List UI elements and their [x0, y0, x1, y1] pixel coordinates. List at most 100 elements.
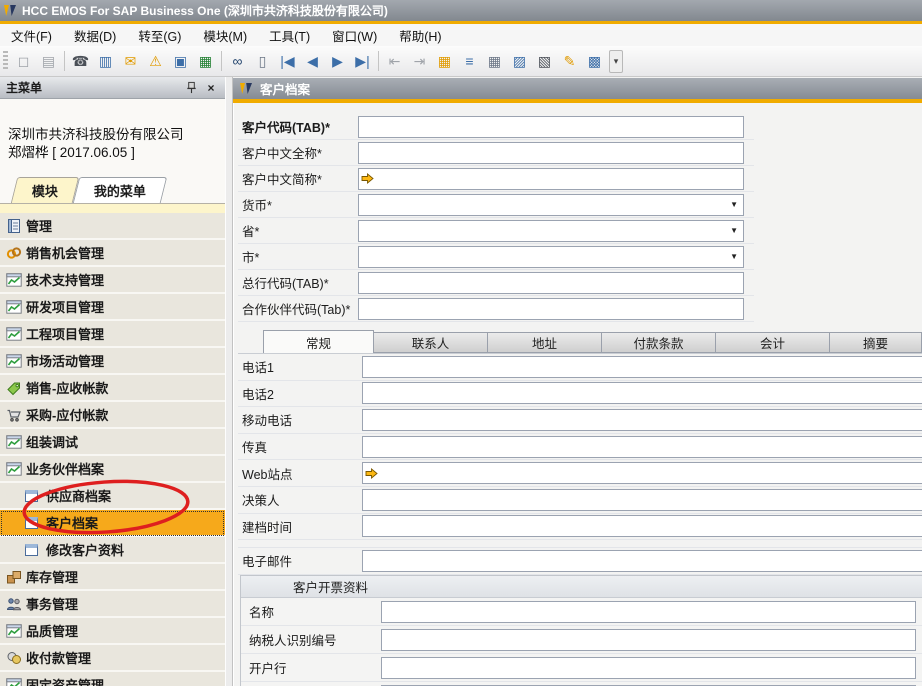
- close-icon[interactable]: ×: [203, 80, 219, 95]
- field-label: 货币*: [238, 195, 358, 214]
- sidebar-item-quality[interactable]: 品质管理: [0, 618, 225, 645]
- field-label: 合作伙伴代码(Tab)*: [238, 299, 358, 318]
- partner-code-input[interactable]: [359, 299, 743, 319]
- ledger-icon: [6, 218, 22, 234]
- next-record-icon[interactable]: ▶: [325, 50, 350, 73]
- sidebar-item-sales-opportunity[interactable]: 销售机会管理: [0, 240, 225, 267]
- tab-contacts[interactable]: 联系人: [374, 332, 488, 353]
- align-text-icon[interactable]: ≡: [457, 50, 482, 73]
- menu-data[interactable]: 数据(D): [63, 24, 127, 47]
- form-settings-icon[interactable]: ▦: [432, 50, 457, 73]
- new-record-icon[interactable]: ▯: [250, 50, 275, 73]
- excel-export-icon[interactable]: ▦: [193, 50, 218, 73]
- sidebar-item-supplier-file[interactable]: 供应商档案: [0, 483, 225, 510]
- sidebar-item-payment[interactable]: 收付款管理: [0, 645, 225, 672]
- city-select[interactable]: [359, 247, 725, 267]
- sidebar-item-sales-ar[interactable]: 销售-应收帐款: [0, 375, 225, 402]
- table-search-icon[interactable]: ▨: [507, 50, 532, 73]
- email-input[interactable]: [363, 551, 922, 571]
- alert-icon[interactable]: ⚠: [143, 50, 168, 73]
- customer-fullname-input[interactable]: [359, 143, 743, 163]
- menu-tools[interactable]: 工具(T): [258, 24, 321, 47]
- table-icon[interactable]: ▦: [482, 50, 507, 73]
- tab-summary[interactable]: 摘要: [830, 332, 922, 353]
- back-icon[interactable]: ⇤: [382, 50, 407, 73]
- menu-window[interactable]: 窗口(W): [321, 24, 388, 47]
- currency-select[interactable]: [359, 195, 725, 215]
- toolbar-grip[interactable]: [3, 51, 8, 71]
- query-icon[interactable]: ▧: [532, 50, 557, 73]
- sidebar-splitter[interactable]: [225, 77, 233, 686]
- sidebar-item-tech-support[interactable]: 技术支持管理: [0, 267, 225, 294]
- decision-maker-input[interactable]: [363, 490, 922, 510]
- chevron-down-icon[interactable]: ▼: [725, 200, 743, 209]
- toolbar-overflow-button[interactable]: ▾: [609, 50, 623, 73]
- find-icon[interactable]: ∞: [225, 50, 250, 73]
- calendar-icon[interactable]: ▩: [582, 50, 607, 73]
- phone2-input[interactable]: [363, 383, 922, 403]
- sidebar-item-purchasing-ap[interactable]: 采购-应付帐款: [0, 402, 225, 429]
- customer-shortname-input[interactable]: [374, 169, 743, 189]
- chart-icon: [6, 623, 22, 639]
- sidebar-item-fixed-assets[interactable]: 固定资产管理: [0, 672, 225, 686]
- tab-accounting[interactable]: 会计: [716, 332, 830, 353]
- company-name: 深圳市共济科技股份有限公司: [8, 126, 225, 144]
- previous-record-icon[interactable]: ◀: [300, 50, 325, 73]
- fax-input[interactable]: [363, 437, 922, 457]
- sidebar-item-business-partner[interactable]: 业务伙伴档案: [0, 456, 225, 483]
- invoice-name-input[interactable]: [382, 602, 915, 622]
- first-record-icon[interactable]: |◀: [275, 50, 300, 73]
- print-preview-icon[interactable]: ◻: [11, 50, 36, 73]
- sidebar-item-rd-project[interactable]: 研发项目管理: [0, 294, 225, 321]
- link-arrow-icon[interactable]: [365, 468, 378, 479]
- headoffice-code-input[interactable]: [359, 273, 743, 293]
- chevron-down-icon[interactable]: ▼: [725, 252, 743, 261]
- clipboard-icon[interactable]: ▣: [168, 50, 193, 73]
- bank-name-input[interactable]: [382, 658, 915, 678]
- document-header: 客户档案: [233, 78, 922, 99]
- sidebar-item-marketing-activity[interactable]: 市场活动管理: [0, 348, 225, 375]
- sidebar-item-inventory[interactable]: 库存管理: [0, 564, 225, 591]
- chevron-down-icon[interactable]: ▼: [725, 226, 743, 235]
- field-label: Web站点: [238, 464, 362, 483]
- window-title: HCC EMOS For SAP Business One (深圳市共济科技股份…: [22, 2, 388, 19]
- boxes-icon: [6, 569, 22, 585]
- print-icon[interactable]: ▤: [36, 50, 61, 73]
- tab-payment-terms[interactable]: 付款条款: [602, 332, 716, 353]
- tab-my-menu[interactable]: 我的菜单: [73, 177, 167, 203]
- menu-goto[interactable]: 转至(G): [127, 24, 192, 47]
- window-icon: [25, 517, 38, 529]
- email-icon[interactable]: ✉: [118, 50, 143, 73]
- print-layout-icon[interactable]: ▥: [93, 50, 118, 73]
- sidebar-item-customer-file[interactable]: 客户档案: [0, 510, 225, 537]
- tab-modules[interactable]: 模块: [11, 177, 79, 203]
- coins-icon: [6, 650, 22, 666]
- sidebar-item-administration[interactable]: 管理: [0, 213, 225, 240]
- tab-general[interactable]: 常规: [263, 330, 374, 353]
- sidebar-item-assembly-debug[interactable]: 组装调试: [0, 429, 225, 456]
- website-input[interactable]: [378, 463, 922, 483]
- created-date-input[interactable]: [363, 516, 922, 536]
- query-wizard-icon[interactable]: ✎: [557, 50, 582, 73]
- sidebar-item-transaction[interactable]: 事务管理: [0, 591, 225, 618]
- forward-icon[interactable]: ⇥: [407, 50, 432, 73]
- province-select[interactable]: [359, 221, 725, 241]
- phone1-input[interactable]: [363, 357, 922, 377]
- customer-code-input[interactable]: [359, 117, 743, 137]
- chart-icon: [6, 353, 22, 369]
- sidebar-item-modify-customer[interactable]: 修改客户资料: [0, 537, 225, 564]
- toolbar: ◻ ▤ ☎ ▥ ✉ ⚠ ▣ ▦ ∞ ▯ |◀ ◀ ▶ ▶| ⇤ ⇥ ▦ ≡ ▦ …: [0, 46, 922, 77]
- taxpayer-id-input[interactable]: [382, 630, 915, 650]
- pin-icon[interactable]: [183, 80, 199, 95]
- last-record-icon[interactable]: ▶|: [350, 50, 375, 73]
- menu-modules[interactable]: 模块(M): [192, 24, 258, 47]
- menu-help[interactable]: 帮助(H): [388, 24, 452, 47]
- tab-address[interactable]: 地址: [488, 332, 602, 353]
- link-arrow-icon[interactable]: [361, 173, 374, 184]
- sidebar-item-engineering-project[interactable]: 工程项目管理: [0, 321, 225, 348]
- mobile-input[interactable]: [363, 410, 922, 430]
- field-label: 电话1: [238, 357, 362, 376]
- row-spacer: [238, 540, 922, 548]
- phone-icon[interactable]: ☎: [68, 50, 93, 73]
- menu-file[interactable]: 文件(F): [0, 24, 63, 47]
